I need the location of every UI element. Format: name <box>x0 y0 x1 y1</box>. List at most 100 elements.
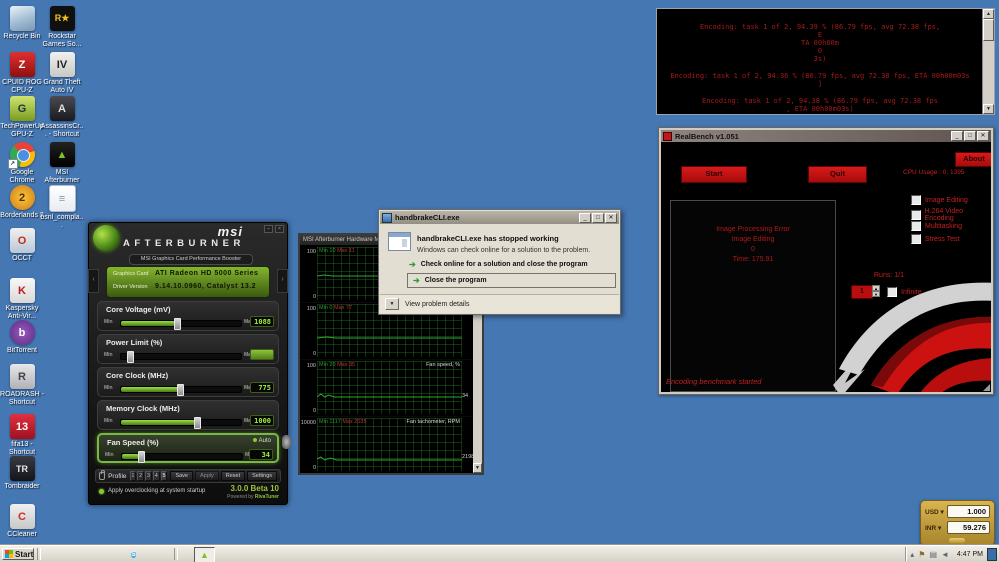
runs-input[interactable]: 1 <box>851 285 873 299</box>
action-center-flag-icon[interactable]: ⚑ <box>918 550 925 559</box>
profile-5-button[interactable]: 5 <box>160 471 168 481</box>
apply-button[interactable]: Apply <box>194 471 219 481</box>
core-clock-slider[interactable] <box>120 384 242 396</box>
maximize-icon[interactable]: □ <box>964 131 976 141</box>
widget-handle[interactable] <box>949 538 965 543</box>
quit-button[interactable]: Quit <box>808 166 867 183</box>
checkbox-infinite[interactable]: Infinite <box>887 287 922 297</box>
scale-top: 100 <box>306 249 316 255</box>
media-player-icon[interactable] <box>59 548 72 560</box>
explorer-icon[interactable] <box>144 548 157 560</box>
currency-to-select[interactable]: INR ▾ <box>925 524 947 532</box>
desktop-icon-fifa13[interactable]: 13 fifa13 - Shortcut <box>0 414 44 457</box>
desktop-icon-kaspersky[interactable]: K Kaspersky Anti-Vir... <box>0 278 44 321</box>
skype-icon[interactable]: S <box>127 548 140 560</box>
minimize-icon[interactable]: _ <box>579 212 591 223</box>
desktop-icon-borderlands2[interactable]: 2 Borderlands 2 <box>0 185 44 220</box>
desktop-icon-assassins[interactable]: A AssassinsCr... - Shortcut <box>40 96 84 139</box>
desktop-icon-recycle-bin[interactable]: Recycle Bin <box>0 6 44 41</box>
close-program-option[interactable]: ➔ Close the program <box>407 273 616 288</box>
runs-spinner[interactable]: ▲ ▼ <box>872 285 880 297</box>
realbench-status-text: Encoding benchmark started <box>666 377 762 386</box>
start-button[interactable]: Start <box>681 166 747 183</box>
firefox-icon[interactable] <box>76 548 89 560</box>
close-icon[interactable]: ✕ <box>605 212 617 223</box>
memory-clock-slider[interactable] <box>120 417 242 429</box>
checkbox-multitasking[interactable]: Multitasking <box>911 221 962 231</box>
checkbox-image-editing[interactable]: Image Editing <box>911 195 968 205</box>
close-icon[interactable]: × <box>275 225 284 233</box>
spin-down-icon[interactable]: ▼ <box>872 291 880 297</box>
resize-grip[interactable] <box>983 384 990 391</box>
active-task-button[interactable]: ▲ <box>194 547 215 562</box>
slider-name: Fan Speed (%) <box>107 438 159 447</box>
media-classic-icon[interactable] <box>110 548 123 560</box>
checkbox-label: H.264 Video Encoding <box>924 208 964 222</box>
lock-icon[interactable] <box>99 470 106 480</box>
chrome-icon[interactable] <box>93 548 106 560</box>
console-scrollbar[interactable]: ▲ ▼ <box>982 9 994 114</box>
currency-from-select[interactable]: USD ▾ <box>925 508 947 516</box>
profile-1-button[interactable]: 1 <box>129 471 137 481</box>
console-line: Encoding: task 1 of 2, 94.36 % (86.79 fp… <box>670 72 970 80</box>
desktop-icon-gpuz[interactable]: G TechPowerUp GPU-Z <box>0 96 44 139</box>
min-label: Min <box>104 418 113 424</box>
afterburner-task-icon: ▲ <box>200 550 209 560</box>
language-indicator[interactable] <box>987 547 997 561</box>
crash-dialog: handbrakeCLI.exe _ □ ✕ handbrakeCLI.exe … <box>378 209 621 315</box>
currency-from-value[interactable]: 1.000 <box>947 505 990 518</box>
desktop-icon-bittorrent[interactable]: b BitTorrent <box>0 320 44 355</box>
maximize-icon[interactable]: □ <box>592 212 604 223</box>
desktop-icon-rockstar[interactable]: R★ Rockstar Games So... <box>40 6 84 49</box>
save-button[interactable]: Save <box>170 471 193 481</box>
network-icon[interactable]: ▤ <box>929 550 937 559</box>
checkbox-h264[interactable]: H.264 Video Encoding <box>911 208 991 222</box>
checkbox-label: Multitasking <box>925 222 962 230</box>
profile-label: Profile <box>108 472 127 480</box>
startup-checkbox[interactable]: Apply overclocking at system startup <box>99 488 205 494</box>
fan-speed-group: Fan Speed (%) Auto Min Max 34 <box>97 433 279 463</box>
core-voltage-slider[interactable] <box>120 318 242 330</box>
settings-button[interactable]: Settings <box>247 471 277 481</box>
currency-to-value[interactable]: 59.276 <box>947 521 990 534</box>
desktop-icon-gta4[interactable]: IV Grand Theft Auto IV <box>40 52 84 95</box>
details-expander-button[interactable]: ▼ <box>385 298 399 310</box>
profile-4-button[interactable]: 4 <box>152 471 160 481</box>
desktop-icon-afterburner[interactable]: ▲ MSI Afterburner <box>40 142 84 185</box>
minimize-icon[interactable]: – <box>264 225 273 233</box>
skin-right-tab[interactable]: › <box>277 269 288 293</box>
checkbox-stress-test[interactable]: Stress Test <box>911 234 960 244</box>
profile-3-button[interactable]: 3 <box>145 471 152 481</box>
reset-button[interactable]: Reset <box>220 471 246 481</box>
volume-icon[interactable]: ◄ <box>941 550 949 559</box>
minimize-icon[interactable]: _ <box>951 131 963 141</box>
desktop-icon-label: Recycle Bin <box>3 33 41 40</box>
power-limit-slider[interactable] <box>120 351 242 363</box>
dialog-titlebar[interactable]: handbrakeCLI.exe _ □ ✕ <box>380 211 619 224</box>
desktop-icon-tombraider[interactable]: TR Tombraider <box>0 456 44 491</box>
fan-speed-slider[interactable] <box>121 451 243 463</box>
desktop-icon-label: BitTorrent <box>7 347 37 354</box>
tray-expand-icon[interactable]: ▴ <box>910 550 914 559</box>
desktop-icon-cpuz-rog[interactable]: Z CPUID ROG CPU-Z <box>0 52 44 95</box>
desktop-icon-chrome[interactable]: ↗ Google Chrome <box>0 142 44 185</box>
desktop-icon-label: Tombraider <box>4 483 40 490</box>
close-icon[interactable]: ✕ <box>977 131 989 141</box>
skin-left-tab[interactable]: ‹ <box>88 269 99 293</box>
realbench-titlebar[interactable]: RealBench v1.051 _ □ ✕ <box>661 130 991 142</box>
afterburner-quicklaunch-icon[interactable] <box>160 548 173 560</box>
about-button[interactable]: About <box>955 152 991 167</box>
clock[interactable]: 4:47 PM <box>957 551 983 558</box>
skin-scroll-knob[interactable] <box>282 435 291 449</box>
start-button[interactable]: Start <box>2 548 34 560</box>
desktop-icon-ccleaner[interactable]: C CCleaner <box>0 504 44 539</box>
fan-auto-button[interactable]: Auto <box>253 438 271 444</box>
check-online-option[interactable]: ➔ Check online for a solution and close … <box>409 260 588 269</box>
desktop-icon-roadrash[interactable]: R ROADRASH - Shortcut <box>0 364 44 407</box>
desktop-icon-bsnl-doc[interactable]: ≡ bsnl_compla... <box>40 185 84 230</box>
panel-line: Image Processing Error <box>716 226 790 233</box>
desktop-icon-occt[interactable]: O OCCT <box>0 228 44 263</box>
notepad-icon[interactable] <box>178 548 191 560</box>
show-desktop-icon[interactable] <box>42 548 55 560</box>
profile-2-button[interactable]: 2 <box>137 471 145 481</box>
